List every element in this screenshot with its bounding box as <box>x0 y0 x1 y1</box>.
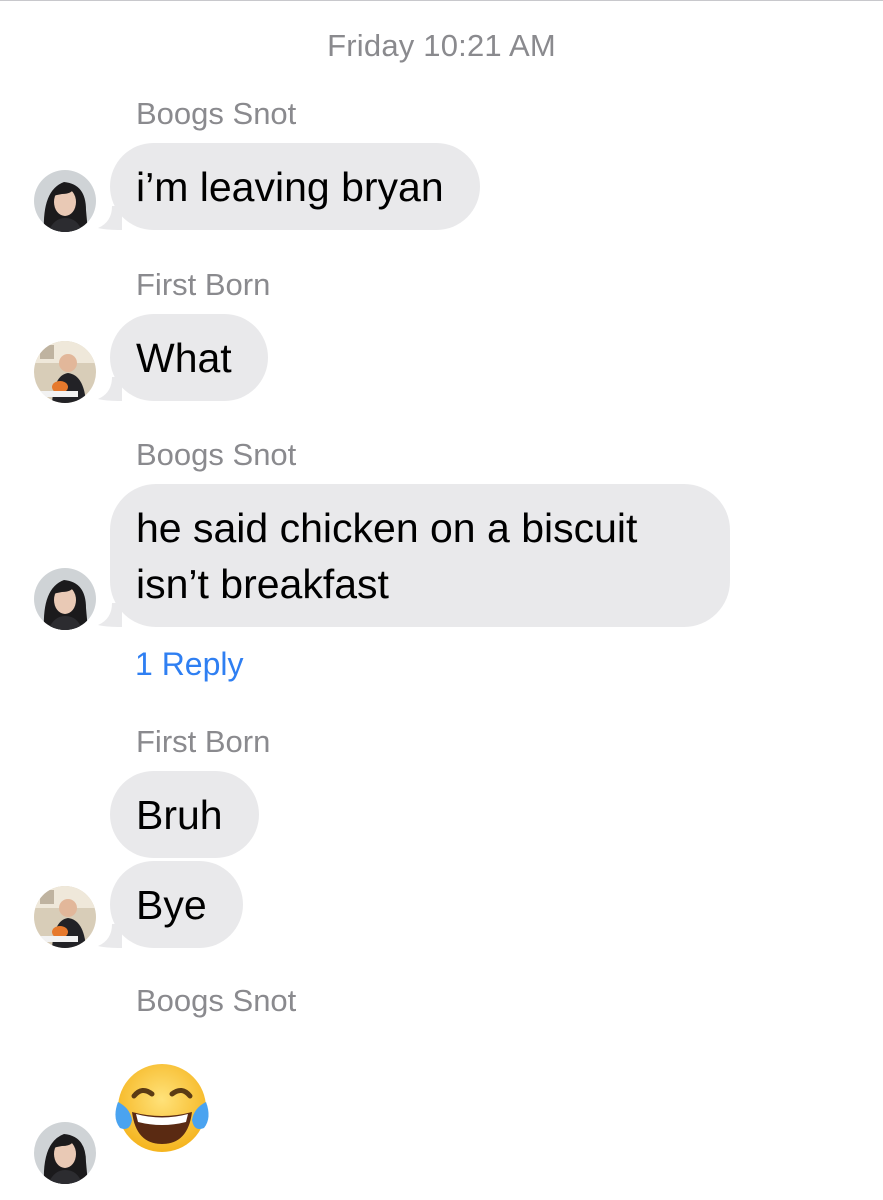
sender-name: First Born <box>136 267 271 302</box>
emoji-message[interactable] <box>110 1058 214 1162</box>
bubble-tail-icon <box>98 603 122 627</box>
avatar-boogs-snot[interactable] <box>34 170 96 232</box>
message-text: Bruh <box>136 792 223 838</box>
bubble-tail-icon <box>98 206 122 230</box>
message-bubble[interactable]: Bruh <box>110 771 259 858</box>
message-text-line: isn’t breakfast <box>136 561 389 607</box>
sender-name: Boogs Snot <box>136 437 297 472</box>
sender-name: Boogs Snot <box>136 96 297 131</box>
sender-name: Boogs Snot <box>136 983 297 1018</box>
face-with-tears-of-joy-emoji-icon <box>115 1064 209 1152</box>
avatar-first-born[interactable] <box>34 341 96 403</box>
avatar-first-born[interactable] <box>34 886 96 948</box>
profile-photo-dark-hair-icon <box>34 170 96 232</box>
reply-count-link[interactable]: 1 Reply <box>135 646 244 683</box>
message-text-line: he said chicken on a biscuit <box>136 505 638 551</box>
thread-timestamp: Friday 10:21 AM <box>327 28 556 63</box>
message-bubble[interactable]: Bye <box>110 861 243 948</box>
message-text: i’m leaving bryan <box>136 164 444 210</box>
avatar-boogs-snot[interactable] <box>34 1122 96 1184</box>
profile-photo-dark-hair-icon <box>34 1122 96 1184</box>
message-bubble[interactable]: i’m leaving bryan <box>110 143 480 230</box>
bubble-tail-icon <box>98 377 122 401</box>
message-bubble[interactable]: What <box>110 314 268 401</box>
message-text: What <box>136 335 232 381</box>
bubble-tail-icon <box>98 924 122 948</box>
message-text: Bye <box>136 882 207 928</box>
avatar-boogs-snot[interactable] <box>34 568 96 630</box>
profile-photo-dark-hair-icon <box>34 568 96 630</box>
top-divider <box>0 0 883 1</box>
message-bubble[interactable]: he said chicken on a biscuit isn’t break… <box>110 484 730 627</box>
bubble-tail-icon <box>98 1158 122 1182</box>
sender-name: First Born <box>136 724 271 759</box>
profile-photo-seated-person-icon <box>34 886 96 948</box>
profile-photo-seated-person-icon <box>34 341 96 403</box>
